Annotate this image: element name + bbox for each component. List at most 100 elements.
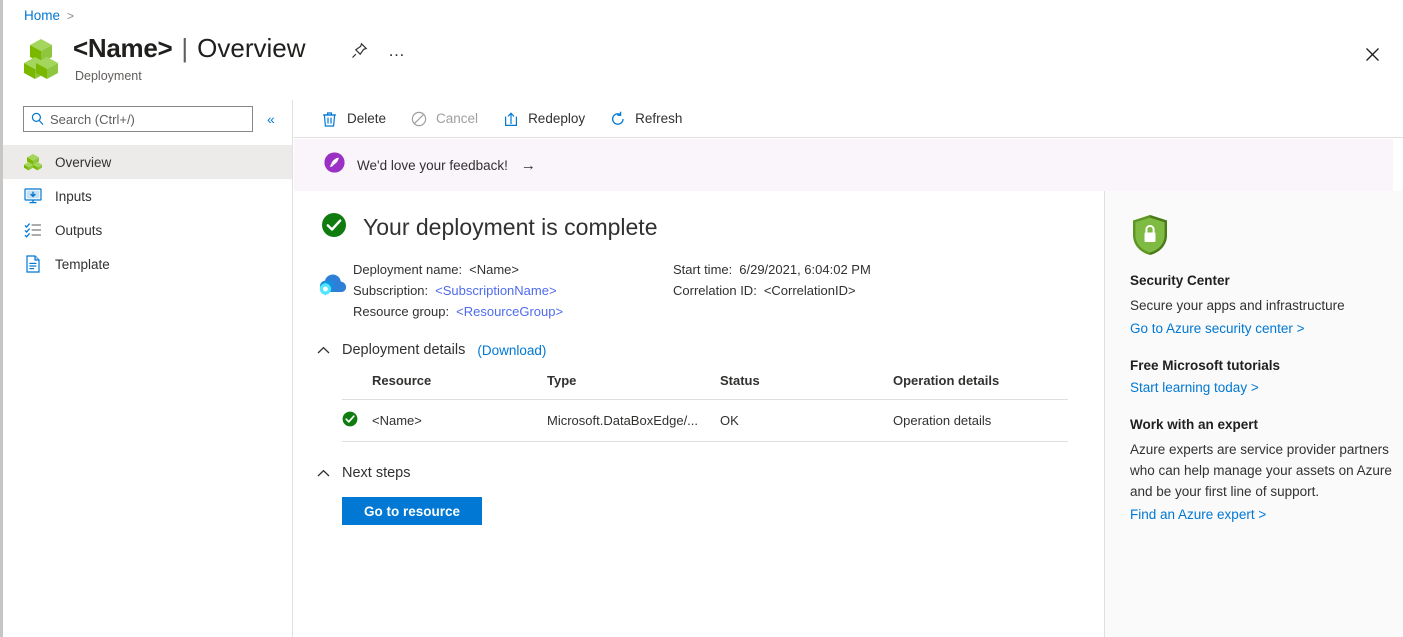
document-icon — [23, 255, 42, 274]
checklist-icon — [23, 221, 42, 240]
find-azure-expert-link[interactable]: Find an Azure expert > — [1130, 507, 1403, 522]
cubes-icon — [21, 37, 61, 79]
sidebar-item-label: Overview — [55, 155, 111, 170]
row-status-icon-cell — [342, 400, 372, 442]
next-steps-title: Next steps — [342, 465, 411, 481]
azure-portal-blade: Home > <Name> | Overview Deploym — [0, 0, 1403, 637]
subscription-label: Subscription: — [353, 283, 428, 298]
sidebar-search-row: « — [3, 100, 292, 132]
deployment-name-value: <Name> — [469, 262, 519, 277]
deployment-details-table: Resource Type Status Operation details — [342, 373, 1068, 442]
breadcrumb-separator-icon: > — [67, 9, 74, 23]
free-tutorials-block: Free Microsoft tutorials Start learning … — [1130, 358, 1403, 395]
table-header-status: Status — [720, 373, 893, 400]
cancel-button-label: Cancel — [436, 111, 478, 126]
redeploy-upload-icon — [502, 110, 519, 127]
start-time-value: 6/29/2021, 6:04:02 PM — [739, 262, 871, 277]
deployment-details-title: Deployment details — [342, 342, 465, 358]
success-check-icon — [342, 415, 358, 430]
table-header-operation-details: Operation details — [893, 373, 1068, 400]
search-input[interactable] — [24, 107, 252, 131]
monitor-download-icon — [23, 187, 42, 206]
deployment-info: Deployment name: <Name> Subscription: <S… — [294, 243, 1104, 319]
breadcrumb-home-link[interactable]: Home — [24, 8, 60, 23]
sidebar: « Overview — [3, 100, 293, 637]
feedback-text[interactable]: We'd love your feedback! → — [357, 157, 536, 174]
start-learning-today-link[interactable]: Start learning today > — [1130, 380, 1403, 395]
sidebar-item-label: Template — [55, 257, 110, 272]
work-with-expert-block: Work with an expert Azure experts are se… — [1130, 417, 1403, 522]
feedback-label: We'd love your feedback! — [357, 158, 508, 173]
next-steps-section-header[interactable]: Next steps — [294, 465, 1104, 481]
sidebar-item-label: Outputs — [55, 223, 102, 238]
cancel-button: Cancel — [410, 105, 478, 133]
correlation-id-label: Correlation ID: — [673, 283, 757, 298]
refresh-icon — [609, 110, 626, 127]
subscription-row: Subscription: <SubscriptionName> — [353, 283, 673, 298]
correlation-id-value: <CorrelationID> — [764, 283, 856, 298]
security-center-description: Secure your apps and infrastructure — [1130, 295, 1403, 316]
blade-title-row: <Name> | Overview Deployment — [21, 33, 306, 83]
shield-lock-icon — [1130, 213, 1403, 262]
redeploy-button-label: Redeploy — [528, 111, 585, 126]
sidebar-nav-list: Overview Inputs — [3, 145, 292, 281]
go-to-resource-button[interactable]: Go to resource — [342, 497, 482, 525]
search-icon — [31, 112, 44, 126]
more-options-icon[interactable]: … — [388, 46, 407, 56]
rocket-icon — [324, 152, 345, 178]
delete-button[interactable]: Delete — [321, 105, 386, 133]
row-resource-name[interactable]: <Name> — [372, 400, 547, 442]
sidebar-item-outputs[interactable]: Outputs — [3, 213, 292, 247]
free-tutorials-title: Free Microsoft tutorials — [1130, 358, 1403, 373]
row-resource-type: Microsoft.DataBoxEdge/... — [547, 400, 720, 442]
resource-group-label: Resource group: — [353, 304, 449, 319]
close-icon[interactable] — [1361, 43, 1383, 65]
table-row: <Name> Microsoft.DataBoxEdge/... OK Oper… — [342, 400, 1068, 442]
table-header-icon — [342, 373, 372, 400]
resource-group-value[interactable]: <ResourceGroup> — [456, 304, 563, 319]
sidebar-item-inputs[interactable]: Inputs — [3, 179, 292, 213]
table-header-row: Resource Type Status Operation details — [342, 373, 1068, 400]
deployment-status-header: Your deployment is complete — [294, 191, 1104, 243]
page-title-section: Overview — [197, 33, 305, 63]
chevron-up-icon — [317, 346, 330, 355]
command-bar: Delete Cancel Redep — [294, 100, 1403, 138]
table-header-resource: Resource — [372, 373, 547, 400]
work-with-expert-description: Azure experts are service provider partn… — [1130, 439, 1403, 502]
table-header-type: Type — [547, 373, 720, 400]
deployment-status-title: Your deployment is complete — [363, 214, 658, 241]
start-time-label: Start time: — [673, 262, 732, 277]
deployment-info-right: Start time: 6/29/2021, 6:04:02 PM Correl… — [673, 262, 871, 319]
row-status: OK — [720, 400, 893, 442]
start-time-row: Start time: 6/29/2021, 6:04:02 PM — [673, 262, 871, 277]
correlation-id-row: Correlation ID: <CorrelationID> — [673, 283, 871, 298]
page-title: <Name> | Overview — [73, 33, 306, 63]
deployment-details-section-header[interactable]: Deployment details (Download) — [294, 342, 1104, 358]
sidebar-item-template[interactable]: Template — [3, 247, 292, 281]
cancel-icon — [410, 110, 427, 127]
sidebar-item-overview[interactable]: Overview — [3, 145, 292, 179]
subscription-value[interactable]: <SubscriptionName> — [435, 283, 556, 298]
cloud-deployment-icon — [317, 262, 353, 319]
sidebar-item-label: Inputs — [55, 189, 92, 204]
page-title-divider: | — [181, 33, 188, 63]
redeploy-button[interactable]: Redeploy — [502, 105, 585, 133]
collapse-sidebar-icon[interactable]: « — [265, 110, 277, 128]
refresh-button-label: Refresh — [635, 111, 682, 126]
chevron-up-icon — [317, 469, 330, 478]
download-link[interactable]: (Download) — [477, 343, 546, 358]
security-center-block: Security Center Secure your apps and inf… — [1130, 213, 1403, 336]
refresh-button[interactable]: Refresh — [609, 105, 682, 133]
row-operation-details-link[interactable]: Operation details — [893, 400, 1068, 442]
feedback-banner[interactable]: We'd love your feedback! → — [294, 139, 1393, 191]
search-box[interactable] — [23, 106, 253, 132]
deployment-info-columns: Deployment name: <Name> Subscription: <S… — [353, 262, 1104, 319]
success-check-icon — [321, 212, 347, 243]
go-to-azure-security-center-link[interactable]: Go to Azure security center > — [1130, 321, 1403, 336]
title-actions: … — [351, 42, 407, 59]
deployment-name-label: Deployment name: — [353, 262, 462, 277]
page-subtitle: Deployment — [75, 69, 306, 83]
pin-icon[interactable] — [351, 42, 368, 59]
breadcrumb: Home > — [24, 8, 74, 23]
page-title-name: <Name> — [73, 33, 172, 63]
